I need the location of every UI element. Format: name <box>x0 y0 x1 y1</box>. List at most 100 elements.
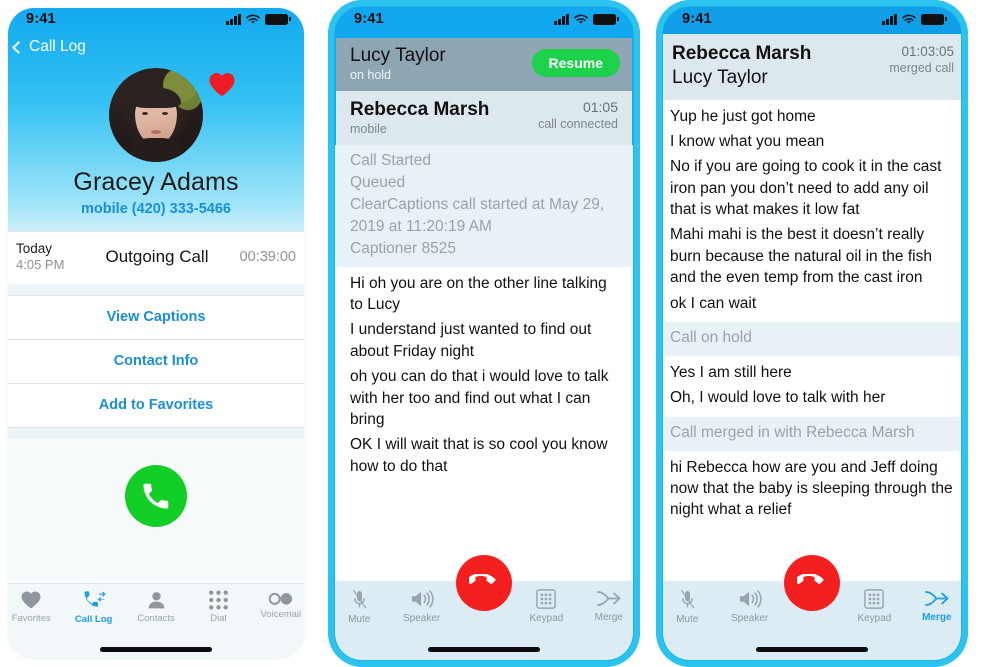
keypad-dots-icon <box>208 590 228 610</box>
tab-favorites[interactable]: Favorites <box>0 590 62 624</box>
view-captions-button[interactable]: View Captions <box>0 296 312 339</box>
add-to-favorites-button[interactable]: Add to Favorites <box>0 384 312 427</box>
cellular-bars-icon <box>226 13 241 25</box>
keypad-button[interactable]: Keypad <box>843 589 905 624</box>
caption-line: OK I will wait that is so cool you know … <box>350 436 608 475</box>
speaker-button[interactable]: Speaker <box>718 589 780 624</box>
tab-dial[interactable]: Dial <box>187 590 249 624</box>
caption-line: I understand just wanted to find out abo… <box>350 321 592 360</box>
back-to-call-log-link[interactable]: Call Log <box>0 34 312 58</box>
active-call-card[interactable]: Rebecca Marsh mobile 01:05 call connecte… <box>336 90 632 145</box>
toolbar-label: Speaker <box>402 613 441 624</box>
call-log-icon <box>84 591 106 607</box>
microphone-muted-icon <box>680 589 695 609</box>
toolbar-label: Keypad <box>529 613 564 624</box>
system-message: Queued <box>350 173 406 191</box>
resume-button[interactable]: Resume <box>531 49 620 78</box>
mute-button[interactable]: Mute <box>656 589 718 625</box>
caption-block: hi Rebecca how are you and Jeff doing no… <box>656 450 968 529</box>
chevron-left-icon <box>12 40 25 54</box>
cellular-bars-icon <box>554 13 569 25</box>
call-duration: 00:39:00 <box>239 249 296 265</box>
keypad-grid-icon <box>536 589 557 609</box>
tab-label: Contacts <box>137 613 175 624</box>
end-call-button[interactable] <box>456 555 512 611</box>
held-call-card[interactable]: Lucy Taylor on hold Resume <box>336 38 632 91</box>
status-bar: 9:41 <box>328 0 640 34</box>
caption-line: Yes I am still here <box>670 363 792 381</box>
caption-line: Hi oh you are on the other line talking … <box>350 274 607 314</box>
tab-voicemail[interactable]: Voicemail <box>250 590 312 620</box>
page-title: Gracey Adams <box>73 168 239 196</box>
speaker-icon <box>411 590 434 608</box>
active-call-timer: 01:05 <box>582 98 618 115</box>
merge-arrow-icon <box>924 591 949 606</box>
caption-block: Hi oh you are on the other line talking … <box>336 266 632 486</box>
active-call-line-type: mobile <box>350 121 387 136</box>
contact-phone-number[interactable]: mobile (420) 333-5466 <box>0 201 312 217</box>
caption-line: ok I can wait <box>670 294 757 312</box>
call-log-entry-row[interactable]: Today 4:05 PM Outgoing Call 00:39:00 <box>0 232 312 284</box>
caption-line: Mahi mahi is the best it doesn’t really … <box>670 226 932 287</box>
toolbar-label: Keypad <box>857 613 892 624</box>
voicemail-icon <box>269 592 293 605</box>
toolbar-label: Merge <box>594 612 623 623</box>
home-indicator[interactable] <box>100 647 212 652</box>
toolbar-label: Merge <box>922 612 952 623</box>
system-message: Call merged in with Rebecca Marsh <box>670 423 915 441</box>
keypad-grid-icon <box>864 589 885 609</box>
call-button[interactable] <box>125 465 187 527</box>
merged-call-name-primary: Rebecca Marsh <box>672 43 812 64</box>
phone-screen-contact-detail: 9:41 Call Log Gracey Adams mobile (420) … <box>0 0 312 667</box>
toolbar-label: Mute <box>676 614 699 625</box>
avatar[interactable] <box>109 68 203 162</box>
merge-button[interactable]: Merge <box>906 589 968 623</box>
active-call-status: call connected <box>538 116 618 131</box>
avatar-container <box>109 68 235 162</box>
phone-screen-call-in-progress: 9:41 Lucy Taylor on hold Resume Rebecca … <box>328 0 640 667</box>
speaker-icon <box>739 590 762 608</box>
contact-info-button[interactable]: Contact Info <box>0 340 312 383</box>
merge-arrow-icon <box>596 591 621 606</box>
caption-transcript[interactable]: Call Started Queued ClearCaptions call s… <box>336 144 632 581</box>
heart-icon <box>21 591 41 609</box>
call-timestamp: Today 4:05 PM <box>16 240 92 274</box>
merge-button[interactable]: Merge <box>578 589 640 623</box>
system-message-block: Call Started Queued ClearCaptions call s… <box>336 144 632 267</box>
tab-call-log[interactable]: Call Log <box>62 590 124 625</box>
caption-line: Oh, I would love to talk with her <box>670 389 886 407</box>
back-link-label: Call Log <box>29 38 86 55</box>
toolbar-label: Speaker <box>730 613 769 624</box>
in-call-toolbar: Mute Speaker Keypad Merge <box>656 555 968 645</box>
keypad-button[interactable]: Keypad <box>515 589 577 624</box>
system-message: Call Started <box>350 151 431 169</box>
person-icon <box>148 592 164 609</box>
bottom-tab-bar: Favorites Call Log Contacts Dial Voicema… <box>0 583 312 645</box>
mute-button[interactable]: Mute <box>328 589 390 625</box>
phone-screen-merged-call: 9:41 Rebecca Marsh Lucy Taylor 01:03:05 … <box>656 0 968 667</box>
home-indicator-area <box>328 645 640 667</box>
caption-line: hi Rebecca how are you and Jeff doing no… <box>670 458 953 519</box>
battery-full-icon <box>593 13 619 25</box>
home-indicator[interactable] <box>428 647 540 652</box>
tab-contacts[interactable]: Contacts <box>125 590 187 624</box>
status-indicators <box>554 13 619 25</box>
caption-transcript[interactable]: Yup he just got home I know what you mea… <box>656 99 968 581</box>
home-indicator[interactable] <box>756 647 868 652</box>
speaker-button[interactable]: Speaker <box>390 589 452 624</box>
wifi-icon <box>574 14 588 25</box>
caption-line: I know what you mean <box>670 132 825 150</box>
status-bar: 9:41 <box>0 0 312 34</box>
call-day: Today <box>16 240 53 256</box>
three-phone-screenshot-composite: 9:41 Call Log Gracey Adams mobile (420) … <box>0 0 984 667</box>
merged-call-status: merged call <box>889 61 954 75</box>
caption-block: Yes I am still here Oh, I would love to … <box>656 355 968 417</box>
heart-icon <box>207 70 237 98</box>
end-call-handset-icon <box>797 574 824 585</box>
held-call-status: on hold <box>350 67 392 82</box>
merged-call-header[interactable]: Rebecca Marsh Lucy Taylor 01:03:05 merge… <box>656 34 968 100</box>
caption-line: oh you can do that i would love to talk … <box>350 368 609 428</box>
battery-full-icon <box>921 13 947 25</box>
wifi-icon <box>246 14 260 25</box>
end-call-button[interactable] <box>784 555 840 611</box>
